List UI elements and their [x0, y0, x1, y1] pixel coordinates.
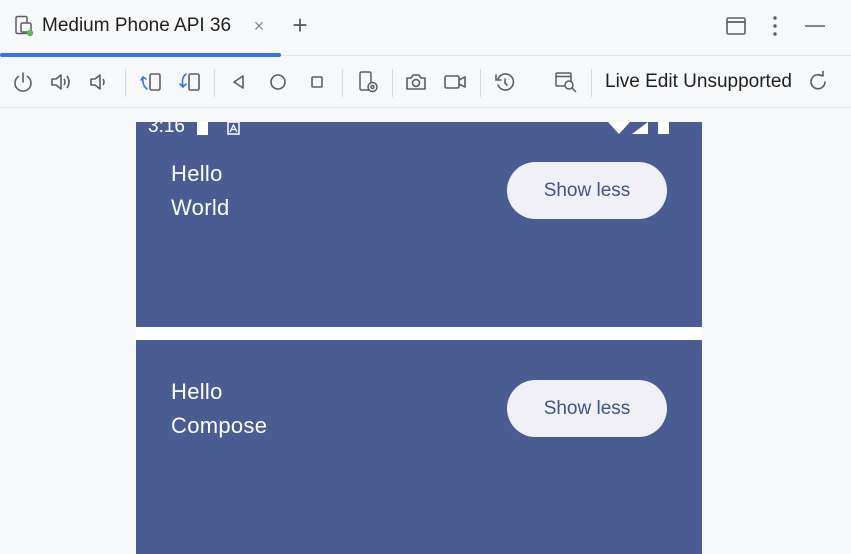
tab-title: Medium Phone API 36 [42, 15, 232, 36]
greeting-line-1: Hello [171, 161, 223, 186]
home-icon[interactable] [266, 70, 290, 94]
rotate-left-icon[interactable] [139, 70, 163, 94]
toolbar-separator [480, 69, 481, 97]
layout-inspector-icon[interactable] [554, 70, 578, 94]
volume-up-icon[interactable] [49, 70, 73, 94]
greeting-text: Hello Compose [171, 375, 267, 443]
maximize-window-icon[interactable] [724, 14, 748, 38]
tab-close-icon[interactable]: × [251, 16, 267, 36]
emulator-toolbar: Live Edit Unsupported [0, 57, 851, 108]
toolbar-separator [392, 69, 393, 97]
show-less-button[interactable]: Show less [507, 162, 667, 219]
back-icon[interactable] [227, 70, 251, 94]
toolbar-separator [591, 69, 592, 97]
toolbar-separator [125, 69, 126, 97]
toolbar-separator [214, 69, 215, 97]
device-manager-icon [13, 15, 35, 37]
greeting-card: Hello Compose Show less [136, 340, 702, 554]
minimize-icon[interactable] [803, 14, 827, 38]
tab-device[interactable]: Medium Phone API 36 × [0, 0, 281, 57]
status-bar-notification-icons [196, 122, 246, 138]
toolbar-separator [342, 69, 343, 97]
screen-record-icon[interactable] [443, 70, 467, 94]
add-tab-icon[interactable]: + [289, 12, 311, 38]
emulator-screen[interactable]: 3:16 Hello World Show less Hello Compose [136, 122, 702, 554]
greeting-text: Hello World [171, 157, 230, 225]
refresh-icon[interactable] [806, 70, 830, 94]
greeting-line-2: Compose [171, 413, 268, 438]
snapshot-restore-icon[interactable] [493, 70, 517, 94]
live-edit-status: Live Edit Unsupported [605, 71, 792, 92]
volume-down-icon[interactable] [88, 70, 112, 94]
camera-icon[interactable] [404, 70, 428, 94]
tab-bar: Medium Phone API 36 × + [0, 0, 851, 57]
greeting-card: 3:16 Hello World Show less [136, 122, 702, 327]
power-icon[interactable] [11, 70, 35, 94]
wifi-signal-battery-icons [606, 122, 676, 136]
greeting-line-2: World [171, 195, 230, 220]
more-options-icon[interactable] [763, 14, 787, 38]
show-less-button[interactable]: Show less [507, 380, 667, 437]
greeting-line-1: Hello [171, 379, 223, 404]
rotate-right-icon[interactable] [178, 70, 202, 94]
device-settings-icon[interactable] [356, 70, 380, 94]
status-bar-time: 3:16 [148, 122, 185, 137]
overview-icon[interactable] [305, 70, 329, 94]
